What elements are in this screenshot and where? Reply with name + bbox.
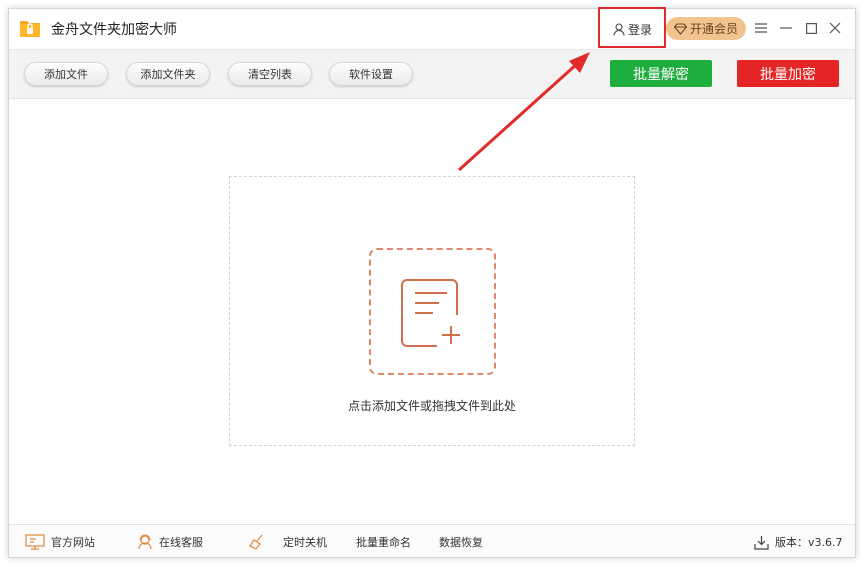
headset-icon <box>138 534 152 550</box>
close-icon[interactable] <box>827 20 843 36</box>
version-info[interactable]: 版本：v3.6.7 <box>754 533 843 551</box>
drop-zone[interactable]: 点击添加文件或拖拽文件到此处 <box>229 176 635 446</box>
vip-label: 开通会员 <box>689 22 738 36</box>
data-recovery-link[interactable]: 数据恢复 <box>439 533 483 551</box>
folder-lock-icon <box>19 18 41 38</box>
add-folder-button[interactable]: 添加文件夹 <box>126 62 210 86</box>
recovery-label: 数据恢复 <box>439 536 483 549</box>
rename-label: 批量重命名 <box>356 536 411 549</box>
broom-icon <box>249 534 263 550</box>
batch-encrypt-button[interactable]: 批量加密 <box>737 60 839 87</box>
settings-button[interactable]: 软件设置 <box>329 62 413 86</box>
user-icon <box>613 22 625 36</box>
version-label: 版本：v3.6.7 <box>775 536 843 549</box>
shutdown-label: 定时关机 <box>283 536 327 549</box>
title-bar: 金舟文件夹加密大师 登录 开通会员 <box>9 7 855 49</box>
main-area: 点击添加文件或拖拽文件到此处 <box>9 99 855 524</box>
vip-button[interactable]: 开通会员 <box>666 17 746 40</box>
minimize-icon[interactable] <box>778 20 794 36</box>
timed-shutdown-link[interactable]: 定时关机 <box>249 533 327 551</box>
website-link[interactable]: 官方网站 <box>25 533 95 551</box>
menu-icon[interactable] <box>753 20 769 36</box>
service-label: 在线客服 <box>159 536 203 549</box>
login-label: 登录 <box>628 22 653 37</box>
download-icon <box>754 535 769 550</box>
drop-hint: 点击添加文件或拖拽文件到此处 <box>347 399 516 413</box>
status-bar: 官方网站 在线客服 定时关机 批量重命名 数据恢复 版本：v3.6.7 <box>9 524 855 557</box>
online-service-link[interactable]: 在线客服 <box>137 533 203 551</box>
add-file-box[interactable] <box>369 248 496 375</box>
file-add-icon <box>401 279 460 347</box>
app-window: 金舟文件夹加密大师 登录 开通会员 添加文件 添加文件夹 清空列表 软件设置 批… <box>8 7 856 558</box>
batch-rename-link[interactable]: 批量重命名 <box>356 533 411 551</box>
batch-decrypt-button[interactable]: 批量解密 <box>610 60 712 87</box>
maximize-icon[interactable] <box>803 20 819 36</box>
app-title: 金舟文件夹加密大师 <box>51 22 177 38</box>
clear-list-button[interactable]: 清空列表 <box>228 62 312 86</box>
toolbar: 添加文件 添加文件夹 清空列表 软件设置 批量解密 批量加密 <box>9 49 855 99</box>
add-file-button[interactable]: 添加文件 <box>24 62 108 86</box>
diamond-icon <box>673 22 687 35</box>
login-button[interactable]: 登录 <box>613 19 652 39</box>
website-label: 官方网站 <box>51 536 95 549</box>
monitor-icon <box>25 534 45 550</box>
